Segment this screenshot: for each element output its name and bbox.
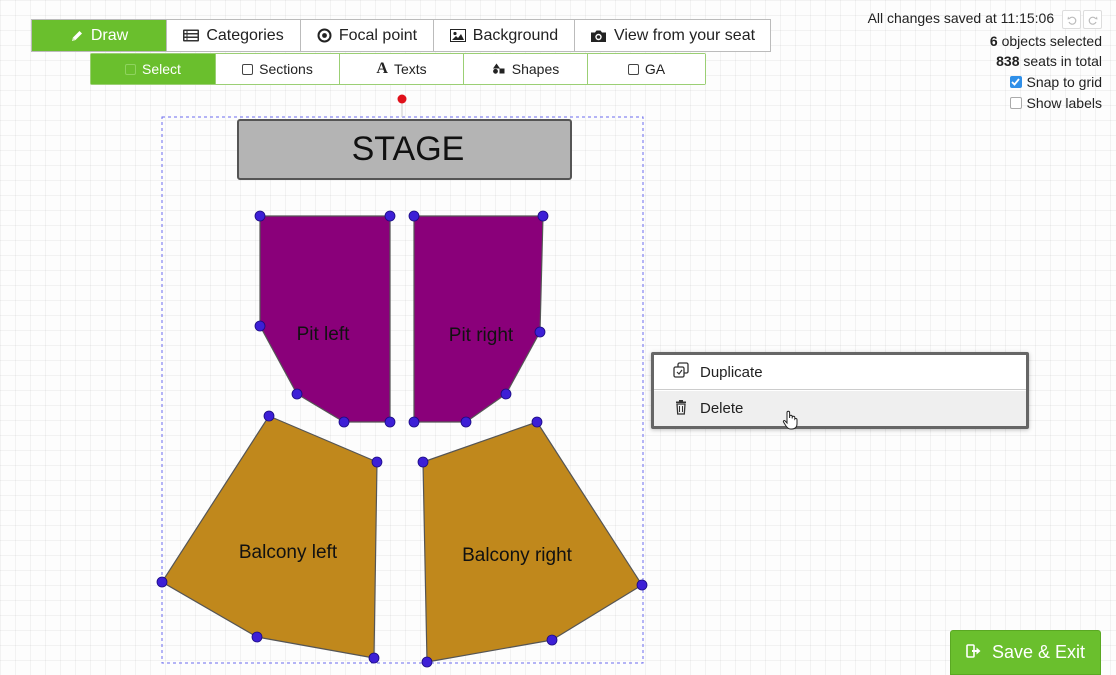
shapes-icon — [492, 61, 506, 77]
vertex-handle — [417, 456, 429, 468]
trash-icon — [672, 398, 690, 420]
list-icon — [183, 29, 200, 42]
select-icon — [125, 63, 137, 75]
show-labels-label: Show labels — [1026, 95, 1103, 111]
vertex-handle — [384, 210, 396, 222]
ga-tool-button[interactable]: GA — [587, 54, 705, 84]
hand-cursor-icon — [782, 410, 798, 435]
save-exit-label: Save & Exit — [991, 642, 1086, 662]
show-labels-option[interactable]: Show labels — [1009, 95, 1103, 111]
objects-count: 6 — [989, 33, 998, 49]
seats-count: 838 — [996, 53, 1020, 69]
section-label: Pit left — [297, 324, 351, 345]
vertex-handle — [254, 210, 266, 222]
camera-icon — [590, 29, 607, 43]
duplicate-menu-item[interactable]: Duplicate — [654, 355, 1026, 390]
duplicate-label: Duplicate — [700, 363, 763, 381]
snap-to-grid-label: Snap to grid — [1026, 74, 1103, 90]
saved-status-text: All changes saved at 11:15:06 — [867, 10, 1055, 27]
vertex-handle — [251, 631, 263, 643]
sections-tool-button[interactable]: Sections — [215, 54, 339, 84]
vertex-handle — [500, 388, 512, 400]
select-tool-label: Select — [142, 61, 181, 77]
stage-label: STAGE — [352, 130, 465, 168]
vertex-handle — [534, 326, 546, 338]
vertex-handle — [254, 320, 266, 332]
vertex-handle — [263, 410, 275, 422]
text-icon: A — [376, 60, 388, 77]
categories-tab-label: Categories — [206, 26, 284, 44]
background-tab[interactable]: Background — [433, 20, 574, 51]
shapes-tool-label: Shapes — [511, 61, 560, 77]
section-pit-right[interactable]: Pit right — [413, 215, 544, 423]
exit-icon — [966, 642, 982, 663]
square-icon — [627, 63, 639, 75]
redo-icon — [1088, 12, 1098, 28]
save-status: All changes saved at 11:15:06 — [868, 10, 1102, 29]
view-from-seat-tab-label: View from your seat — [613, 26, 756, 44]
save-exit-button[interactable]: Save & Exit — [950, 630, 1101, 675]
vertex-handle — [371, 456, 383, 468]
vertex-handle — [156, 576, 168, 588]
vertex-handle — [636, 579, 648, 591]
section-label: Balcony right — [462, 545, 573, 566]
texts-tool-label: Texts — [393, 61, 427, 77]
selection-count: 6 objects selected — [990, 33, 1102, 49]
vertex-handle — [537, 210, 549, 222]
focal-point-tab[interactable]: Focal point — [300, 20, 433, 51]
texts-tool-button[interactable]: A Texts — [339, 54, 463, 84]
target-icon — [317, 28, 332, 43]
view-from-seat-tab[interactable]: View from your seat — [574, 20, 770, 51]
redo-button[interactable] — [1083, 10, 1102, 29]
vertex-handle — [408, 416, 420, 428]
vertex-handle — [460, 416, 472, 428]
undo-icon — [1067, 12, 1077, 28]
vertex-handle — [368, 652, 380, 664]
objects-text: objects selected — [1001, 33, 1102, 49]
seat-count: 838 seats in total — [996, 53, 1102, 69]
focal-point-marker[interactable] — [397, 94, 407, 104]
categories-tab[interactable]: Categories — [166, 20, 300, 51]
sections-tool-label: Sections — [259, 61, 313, 77]
section-label: Pit right — [449, 325, 514, 346]
focal-point-tab-label: Focal point — [338, 26, 418, 44]
vertex-handle — [421, 656, 433, 668]
context-menu: Duplicate Delete — [651, 352, 1029, 430]
snap-to-grid-checkbox[interactable] — [1009, 76, 1022, 88]
main-toolbar: Draw Categories Focal point Background V… — [31, 19, 771, 52]
undo-button[interactable] — [1062, 10, 1081, 29]
select-tool-button[interactable]: Select — [91, 54, 215, 84]
vertex-handle — [531, 416, 543, 428]
floor-plan-canvas[interactable]: STAGE Pit left Pit right Balcony left Ba… — [0, 0, 1116, 675]
vertex-handle — [338, 416, 350, 428]
seats-text: seats in total — [1023, 53, 1102, 69]
vertex-handle — [408, 210, 420, 222]
section-pit-left[interactable]: Pit left — [259, 215, 391, 423]
vertex-handle — [291, 388, 303, 400]
ga-tool-label: GA — [644, 61, 666, 77]
draw-tab-label: Draw — [90, 26, 129, 44]
background-tab-label: Background — [472, 26, 559, 44]
vertex-handle — [546, 634, 558, 646]
delete-menu-item[interactable]: Delete — [654, 391, 1026, 426]
section-label: Balcony left — [239, 542, 338, 563]
section-balcony-left[interactable]: Balcony left — [161, 415, 378, 659]
duplicate-icon — [672, 361, 690, 383]
vertex-handle — [384, 416, 396, 428]
delete-label: Delete — [700, 400, 744, 417]
tool-toolbar: Select Sections A Texts Shapes GA — [90, 53, 706, 85]
pencil-icon — [70, 29, 84, 43]
draw-tab[interactable]: Draw — [32, 20, 166, 51]
square-icon — [242, 63, 254, 75]
image-icon — [449, 29, 466, 42]
shapes-tool-button[interactable]: Shapes — [463, 54, 587, 84]
section-balcony-right[interactable]: Balcony right — [422, 421, 643, 663]
show-labels-checkbox[interactable] — [1009, 97, 1022, 109]
snap-to-grid-option[interactable]: Snap to grid — [1009, 74, 1103, 90]
